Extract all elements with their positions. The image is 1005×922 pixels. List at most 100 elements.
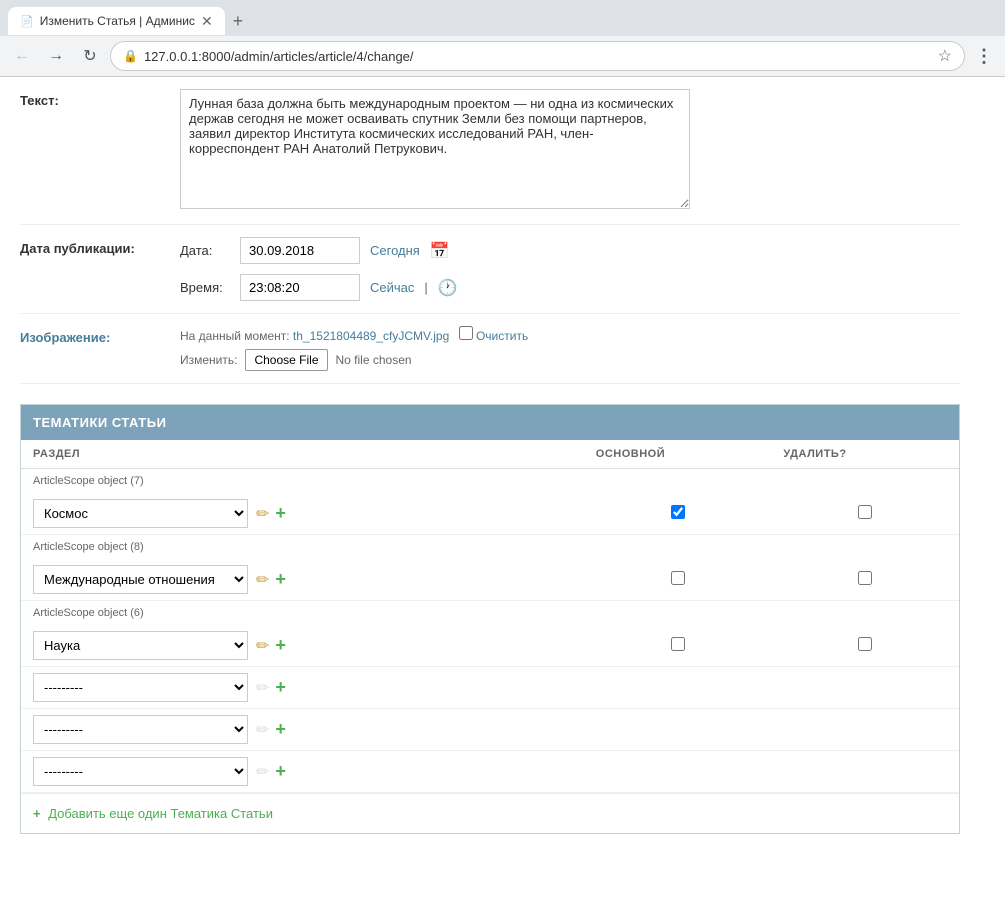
delete-cell [771,667,959,709]
image-field: На данный момент: th_1521804489_cfyJCMV.… [180,326,960,371]
time-row: Время: Сейчас | 🕐 [180,274,960,301]
current-file-prefix: На данный момент: [180,329,290,343]
table-header-row: РАЗДЕЛ ОСНОВНОЙ УДАЛИТЬ? [21,440,959,469]
object-label-row: ArticleScope object (6) [21,601,959,626]
lock-icon: 🔒 [123,49,138,63]
section-cell: Космос✏+ [21,493,584,534]
edit-icon[interactable]: ✏ [256,504,269,524]
add-icon[interactable]: + [275,503,286,524]
browser-toolbar: ← → ↻ 🔒 127.0.0.1:8000/admin/articles/ar… [0,36,1005,76]
edit-icon: ✏ [256,762,269,782]
scope-select[interactable]: --------- [33,757,248,786]
action-icons: ✏+ [256,761,286,782]
inline-table: РАЗДЕЛ ОСНОВНОЙ УДАЛИТЬ? ArticleScope ob… [21,440,959,793]
pub-date-row: Дата публикации: Дата: Сегодня 📅 Время: … [20,225,960,314]
col-section-header: РАЗДЕЛ [21,440,584,469]
inline-header: ТЕМАТИКИ СТАТЬИ [21,405,959,440]
main-cell [584,559,772,601]
scope-select[interactable]: --------- [33,673,248,702]
edit-icon[interactable]: ✏ [256,570,269,590]
change-file-row: Изменить: Choose File No file chosen [180,349,960,371]
edit-icon[interactable]: ✏ [256,636,269,656]
now-button[interactable]: Сейчас [370,280,414,295]
scope-select[interactable]: --------- [33,715,248,744]
action-icons: ✏+ [256,635,286,656]
scope-select[interactable]: Международные отношения [33,565,248,594]
delete-checkbox[interactable] [858,571,872,585]
scope-select[interactable]: Космос [33,499,248,528]
add-another-label: Добавить еще один Тематика Статьи [48,806,273,821]
refresh-button[interactable]: ↻ [76,42,104,70]
add-icon[interactable]: + [275,569,286,590]
new-tab-button[interactable]: + [225,11,252,32]
menu-icon[interactable]: ⋮ [971,46,997,67]
date-label: Дата: [180,243,230,258]
main-cell [584,709,772,751]
main-cell [584,493,772,535]
delete-checkbox[interactable] [858,505,872,519]
delete-checkbox[interactable] [858,637,872,651]
main-cell [584,625,772,667]
delete-cell [771,559,959,601]
inline-section: ТЕМАТИКИ СТАТЬИ РАЗДЕЛ ОСНОВНОЙ УДАЛИТЬ?… [20,404,960,834]
add-icon[interactable]: + [275,719,286,740]
text-textarea[interactable]: Лунная база должна быть международным пр… [180,89,690,209]
clear-checkbox[interactable] [459,326,473,340]
main-checkbox[interactable] [671,637,685,651]
table-row: Космос✏+ [21,493,959,535]
main-cell [584,751,772,793]
delete-cell [771,709,959,751]
current-file-link[interactable]: th_1521804489_cfyJCMV.jpg [293,329,449,343]
col-main-header: ОСНОВНОЙ [584,440,772,469]
object-label: ArticleScope object (6) [21,601,959,626]
add-another-icon: + [33,806,41,821]
section-cell: ---------✏+ [21,751,584,792]
browser-tab[interactable]: 📄 Изменить Статья | Админис ✕ [8,7,225,35]
scope-select[interactable]: Наука [33,631,248,660]
browser-titlebar: 📄 Изменить Статья | Админис ✕ + [0,0,1005,36]
table-row: --------- ✏ + [21,667,959,709]
time-input[interactable] [240,274,360,301]
tab-title: Изменить Статья | Админис [40,14,195,28]
section-cell: Международные отношения ✏ + [21,559,584,600]
object-label: ArticleScope object (7) [21,469,959,494]
section-cell: --------- ✏ + [21,667,584,708]
main-cell [584,667,772,709]
add-icon[interactable]: + [275,761,286,782]
image-row: Изображение: На данный момент: th_152180… [20,314,960,384]
back-button[interactable]: ← [8,42,36,70]
admin-form: Текст: Лунная база должна быть междунаро… [0,77,980,854]
date-input[interactable] [240,237,360,264]
section-cell: ---------✏+ [21,709,584,750]
main-checkbox[interactable] [671,571,685,585]
object-label-row: ArticleScope object (8) [21,535,959,560]
object-label: ArticleScope object (8) [21,535,959,560]
edit-icon: ✏ [256,678,269,698]
delete-cell [771,493,959,535]
delete-cell [771,751,959,793]
add-icon[interactable]: + [275,635,286,656]
image-label: Изображение: [20,326,180,371]
col-delete-header: УДАЛИТЬ? [771,440,959,469]
choose-file-button[interactable]: Choose File [245,349,327,371]
clock-icon[interactable]: 🕐 [438,278,458,298]
calendar-icon[interactable]: 📅 [430,241,450,261]
text-label: Текст: [20,89,180,212]
add-icon[interactable]: + [275,677,286,698]
address-bar[interactable]: 🔒 127.0.0.1:8000/admin/articles/article/… [110,41,965,71]
date-row: Дата: Сегодня 📅 [180,237,960,264]
table-row: ---------✏+ [21,751,959,793]
action-icons: ✏+ [256,503,286,524]
clear-label[interactable]: Очистить [476,329,528,343]
today-button[interactable]: Сегодня [370,243,420,258]
table-row: Международные отношения ✏ + [21,559,959,601]
add-another-row: + Добавить еще один Тематика Статьи [21,793,959,833]
forward-button[interactable]: → [42,42,70,70]
main-checkbox[interactable] [671,505,685,519]
bookmark-icon[interactable]: ☆ [938,46,952,66]
section-cell: Наука✏+ [21,625,584,666]
add-another-link[interactable]: + Добавить еще один Тематика Статьи [33,806,273,821]
text-field: Лунная база должна быть международным пр… [180,89,960,212]
url-text: 127.0.0.1:8000/admin/articles/article/4/… [144,49,932,64]
tab-close-button[interactable]: ✕ [201,14,213,28]
